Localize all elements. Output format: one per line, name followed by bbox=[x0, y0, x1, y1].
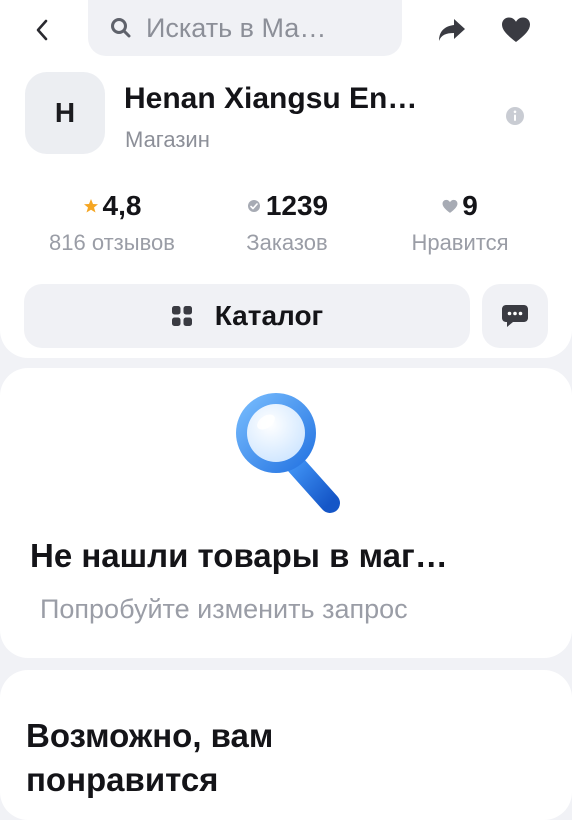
orders-value: 1239 bbox=[265, 190, 329, 221]
shop-name[interactable]: Henan Xiangsu En… bbox=[124, 82, 417, 116]
empty-state-subtitle: Попробуйте изменить запрос bbox=[40, 594, 408, 624]
back-button[interactable] bbox=[22, 10, 62, 50]
rating-value: 4,8 bbox=[102, 190, 142, 221]
shop-avatar[interactable]: H bbox=[25, 72, 105, 154]
recommendations-title: Возможно, вам понравится bbox=[26, 717, 274, 798]
reviews-count: 816 отзывов bbox=[49, 230, 175, 255]
shop-type: Магазин bbox=[125, 127, 210, 152]
likes-value: 9 bbox=[462, 190, 478, 221]
star-icon bbox=[83, 198, 99, 214]
share-arrow-icon bbox=[439, 19, 465, 41]
magnifier-icon bbox=[236, 393, 340, 513]
share-button[interactable] bbox=[432, 10, 472, 50]
catalog-button[interactable]: Каталог bbox=[24, 284, 470, 348]
heart-icon bbox=[502, 17, 530, 42]
order-icon bbox=[246, 198, 262, 214]
stat-rating[interactable]: 4,8 816 отзывов bbox=[32, 190, 192, 256]
info-icon[interactable] bbox=[505, 106, 525, 126]
catalog-label: Каталог bbox=[214, 300, 324, 331]
chat-button[interactable] bbox=[482, 284, 548, 348]
search-placeholder: Искать в Ма… bbox=[146, 12, 327, 43]
stat-likes[interactable]: 9 Нравится bbox=[380, 190, 540, 256]
grid-icon bbox=[171, 305, 193, 327]
chat-icon bbox=[502, 305, 528, 327]
search-icon bbox=[110, 17, 132, 39]
stat-orders[interactable]: 1239 Заказов bbox=[207, 190, 367, 256]
chevron-left-icon bbox=[36, 19, 48, 41]
search-input[interactable]: Искать в Ма… bbox=[88, 0, 402, 56]
orders-label: Заказов bbox=[246, 230, 328, 255]
heart-icon bbox=[442, 199, 458, 214]
likes-label: Нравится bbox=[411, 230, 509, 255]
favorite-button[interactable] bbox=[496, 10, 536, 50]
empty-state-title: Не нашли товары в маг… bbox=[30, 537, 448, 574]
